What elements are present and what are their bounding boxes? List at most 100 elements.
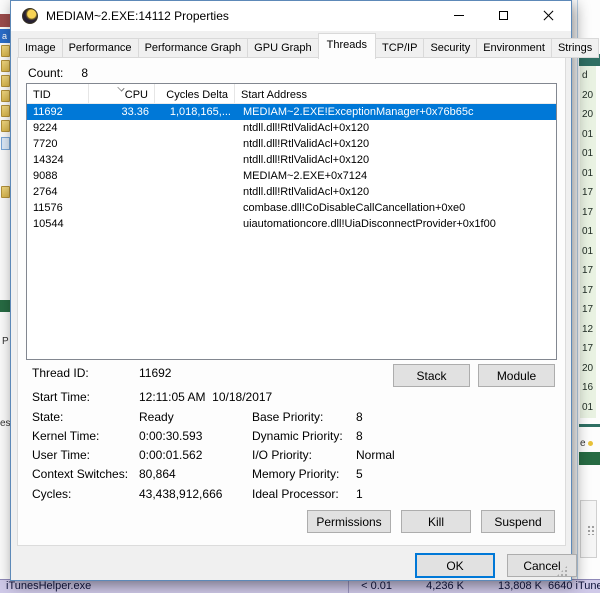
detail-label: Memory Priority:: [252, 467, 356, 485]
title-bar[interactable]: MEDIAM~2.EXE:14112 Properties: [11, 1, 571, 31]
detail-start-time: Start Time:12:11:05 AM 10/18/2017: [32, 390, 272, 408]
caption-buttons: [436, 1, 571, 30]
cell-tid: 10544: [27, 216, 89, 232]
module-button[interactable]: Module: [478, 364, 555, 387]
column-header-start-address[interactable]: Start Address: [235, 84, 556, 103]
column-header-cycles-delta[interactable]: Cycles Delta: [155, 84, 235, 103]
cell-cycles: [155, 168, 235, 184]
tab-performance-graph[interactable]: Performance Graph: [138, 38, 249, 58]
ok-button[interactable]: OK: [415, 553, 495, 578]
cell-start-address: combase.dll!CoDisableCallCancellation+0x…: [235, 200, 556, 216]
document-icon: [1, 137, 10, 150]
column-divider: [348, 580, 349, 593]
detail-label: Start Time:: [32, 390, 139, 408]
folder-icon: [1, 90, 10, 102]
detail-label: Ideal Processor:: [252, 487, 356, 505]
app-icon: [22, 8, 38, 24]
detail-value: 12:11:05 AM 10/18/2017: [139, 390, 272, 408]
cell-tid: 11576: [27, 200, 89, 216]
thread-row[interactable]: 2764ntdll.dll!RtlValidAcl+0x120: [27, 184, 556, 200]
process-cpu: < 0.01: [352, 580, 392, 593]
detail-ideal-processor: Ideal Processor:1: [252, 487, 363, 505]
detail-value: 5: [356, 467, 363, 485]
background-star-icon: [588, 441, 593, 446]
detail-value: Normal: [356, 448, 395, 466]
detail-label: Cycles:: [32, 487, 139, 505]
background-process-row[interactable]: iTunesHelper.exe < 0.01 4,236 K 13,808 K…: [0, 579, 600, 593]
background-divider: [579, 424, 600, 427]
cell-cycles: 1,018,165,...: [155, 104, 235, 120]
detail-state: State:Ready: [32, 410, 174, 428]
detail-label: Base Priority:: [252, 410, 356, 428]
tab-performance[interactable]: Performance: [62, 38, 139, 58]
folder-icon: [1, 186, 10, 198]
cell-start-address: ntdll.dll!RtlValidAcl+0x120: [235, 152, 556, 168]
folder-icon: [1, 75, 10, 87]
detail-io-priority: I/O Priority:Normal: [252, 448, 395, 466]
stack-button[interactable]: Stack: [393, 364, 470, 387]
tab-strings[interactable]: Strings: [551, 38, 599, 58]
column-header-cpu-label: CPU: [125, 89, 148, 101]
folder-icon: [1, 120, 10, 132]
detail-kernel-time: Kernel Time:0:00:30.593: [32, 429, 202, 447]
tab-environment[interactable]: Environment: [476, 38, 552, 58]
cell-tid: 9224: [27, 120, 89, 136]
background-right-strip: d 20 20 01 01 01 17 17 01 01 17 17 17 12…: [577, 0, 600, 593]
folder-icon: [1, 45, 10, 57]
detail-label: Kernel Time:: [32, 429, 139, 447]
thread-count: Count: 8: [28, 66, 88, 80]
tab-image[interactable]: Image: [18, 38, 63, 58]
cell-tid: 2764: [27, 184, 89, 200]
cell-cpu: [89, 216, 155, 232]
tab-threads[interactable]: Threads: [318, 33, 376, 59]
detail-cycles: Cycles:43,438,912,666: [32, 487, 222, 505]
close-button[interactable]: [526, 1, 571, 30]
detail-label: User Time:: [32, 448, 139, 466]
thread-row[interactable]: 9224ntdll.dll!RtlValidAcl+0x120: [27, 120, 556, 136]
thread-row[interactable]: 9088MEDIAM~2.EXE+0x7124: [27, 168, 556, 184]
cell-cycles: [155, 200, 235, 216]
maximize-button[interactable]: [481, 1, 526, 30]
properties-dialog: MEDIAM~2.EXE:14112 Properties Image Perf…: [10, 0, 572, 581]
thread-row[interactable]: 11576 combase.dll!CoDisableCallCancellati…: [27, 200, 556, 216]
detail-label: State:: [32, 410, 139, 428]
kill-button[interactable]: Kill: [401, 510, 471, 533]
process-name: iTunesHelper.exe: [6, 580, 91, 593]
scrollbar-fragment[interactable]: [580, 500, 597, 558]
suspend-button[interactable]: Suspend: [481, 510, 555, 533]
detail-user-time: User Time:0:00:01.562: [32, 448, 202, 466]
detail-value: Ready: [139, 410, 174, 428]
detail-thread-id: Thread ID:11692: [32, 366, 171, 384]
tab-gpu-graph[interactable]: GPU Graph: [247, 38, 318, 58]
thread-row[interactable]: 1169233.361,018,165,...MEDIAM~2.EXE!Exce…: [27, 104, 556, 120]
tab-tcpip[interactable]: TCP/IP: [375, 38, 424, 58]
column-header-cpu[interactable]: CPU: [89, 84, 155, 103]
process-private-bytes: 4,236 K: [406, 580, 464, 593]
count-label: Count:: [28, 66, 63, 80]
permissions-button[interactable]: Permissions: [307, 510, 391, 533]
cell-cpu: [89, 184, 155, 200]
detail-label: I/O Priority:: [252, 448, 356, 466]
tab-security[interactable]: Security: [423, 38, 477, 58]
detail-value: 43,438,912,666: [139, 487, 222, 505]
detail-value: 0:00:30.593: [139, 429, 202, 447]
thread-row[interactable]: 14324ntdll.dll!RtlValidAcl+0x120: [27, 152, 556, 168]
thread-row[interactable]: 10544uiautomationcore.dll!UiaDisconnectP…: [27, 216, 556, 232]
minimize-button[interactable]: [436, 1, 481, 30]
cell-cpu: [89, 200, 155, 216]
detail-dynamic-priority: Dynamic Priority:8: [252, 429, 363, 447]
cell-tid: 9088: [27, 168, 89, 184]
cell-cycles: [155, 136, 235, 152]
detail-value: 11692: [139, 366, 171, 384]
cell-cycles: [155, 184, 235, 200]
thread-row[interactable]: 7720ntdll.dll!RtlValidAcl+0x120: [27, 136, 556, 152]
cell-cpu: 33.36: [89, 104, 155, 120]
column-header-tid[interactable]: TID: [27, 84, 89, 103]
cell-cpu: [89, 168, 155, 184]
window-title: MEDIAM~2.EXE:14112 Properties: [46, 9, 229, 23]
detail-value: 8: [356, 429, 363, 447]
process-pid-and-name: 6640 iTunesHelper: [548, 580, 600, 593]
detail-label: Context Switches:: [32, 467, 139, 485]
count-value: 8: [81, 66, 88, 80]
background-text-fragment: P: [2, 336, 9, 347]
